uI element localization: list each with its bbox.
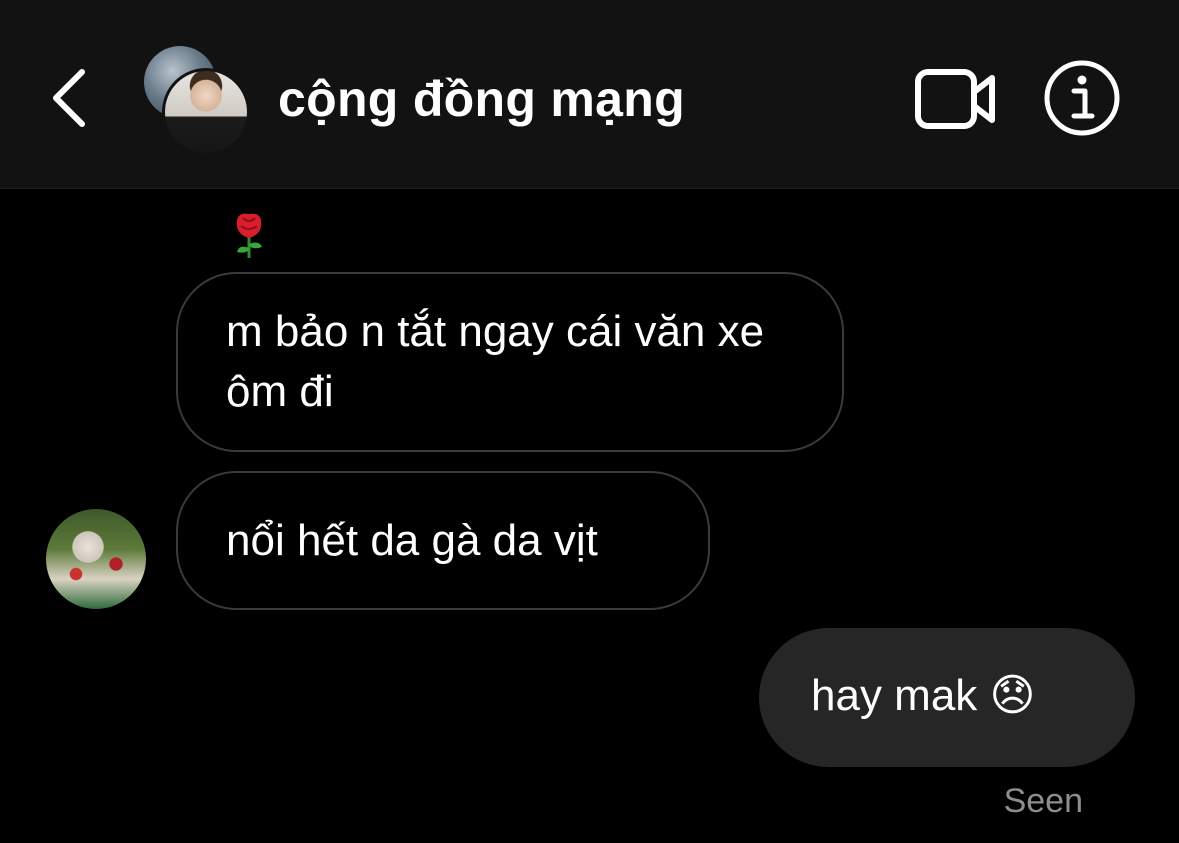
chevron-left-icon[interactable]: [40, 62, 100, 134]
sender-avatar[interactable]: [46, 509, 146, 609]
info-icon[interactable]: [1042, 58, 1122, 138]
group-avatar-front: [162, 68, 250, 156]
seen-status: Seen: [1003, 782, 1083, 820]
incoming-message-bubble[interactable]: nổi hết da gà da vịt: [176, 471, 710, 610]
chat-header: cộng đồng mạng: [0, 0, 1179, 189]
chat-title[interactable]: cộng đồng mạng: [278, 70, 685, 128]
group-avatar[interactable]: [144, 46, 250, 156]
outgoing-message-bubble[interactable]: hay mak 😞: [759, 628, 1135, 767]
video-camera-icon[interactable]: [914, 66, 998, 132]
rose-reaction-icon[interactable]: [229, 210, 269, 260]
incoming-message-bubble[interactable]: m bảo n tắt ngay cái văn xe ôm đi: [176, 272, 844, 452]
